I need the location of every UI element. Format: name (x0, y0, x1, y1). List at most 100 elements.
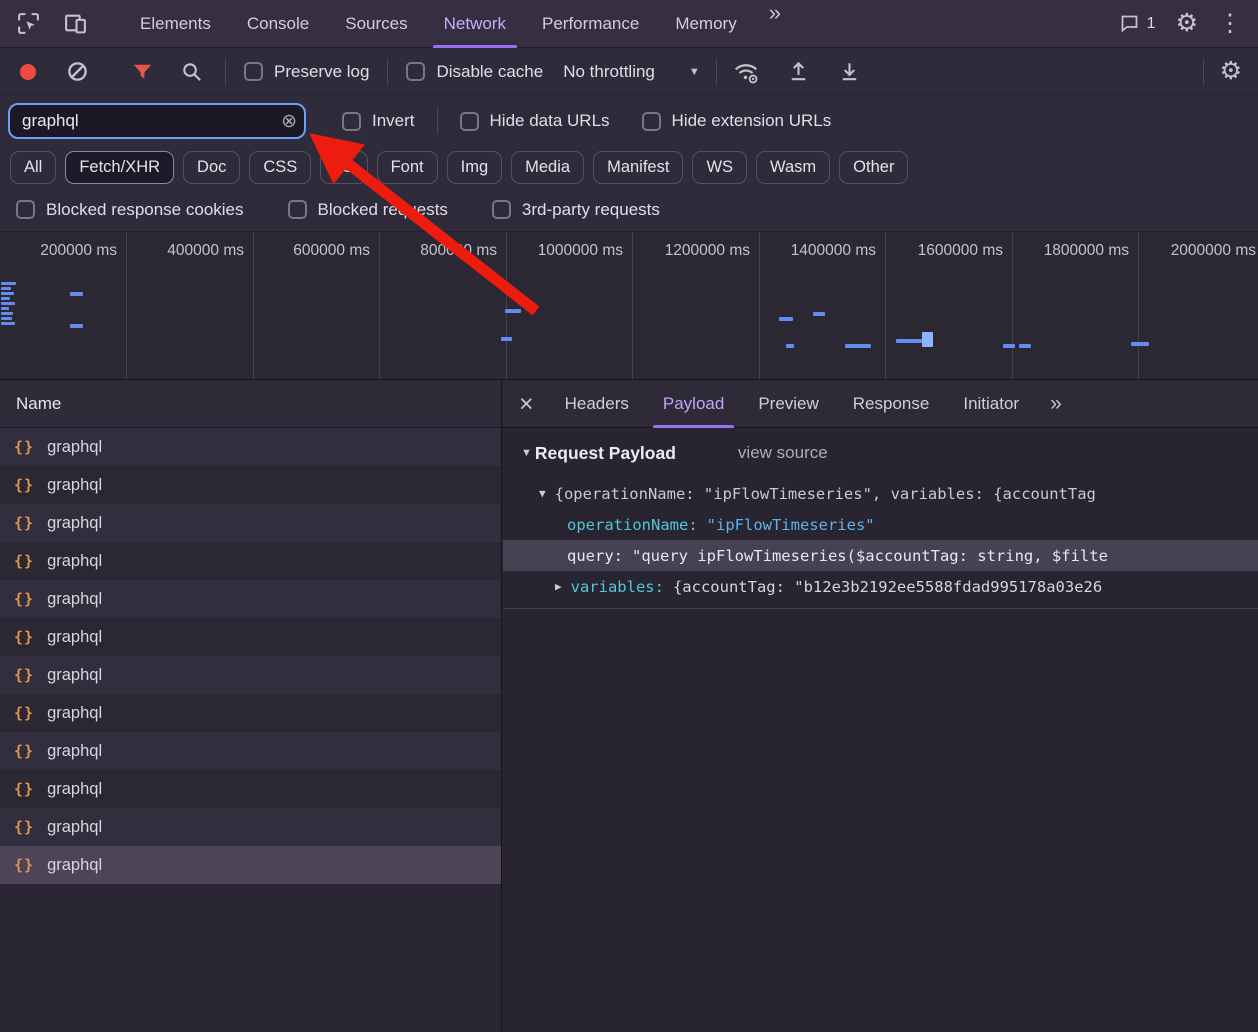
table-row[interactable]: {}graphql (0, 618, 501, 656)
settings-icon[interactable]: ⚙ (1176, 11, 1198, 36)
console-messages-button[interactable]: 1 (1119, 13, 1156, 34)
table-row[interactable]: {}graphql (0, 504, 501, 542)
message-count: 1 (1147, 15, 1156, 33)
timeline-tick: 1600000 ms (886, 242, 1012, 260)
chip-manifest[interactable]: Manifest (593, 151, 683, 184)
tab-response[interactable]: Response (836, 381, 947, 428)
clear-network-log-icon[interactable] (66, 60, 89, 83)
triangle-right-icon[interactable]: ▶ (555, 580, 562, 593)
tab-console[interactable]: Console (229, 0, 327, 48)
property-value: "ipFlowTimeseries" (707, 516, 875, 534)
blocked-response-cookies-checkbox[interactable] (16, 200, 35, 219)
tab-payload[interactable]: Payload (646, 381, 741, 428)
tab-headers[interactable]: Headers (548, 381, 646, 428)
chip-font[interactable]: Font (377, 151, 438, 184)
tab-sources[interactable]: Sources (327, 0, 425, 48)
chip-js[interactable]: JS (320, 151, 367, 184)
payload-property-row[interactable]: ▶ variables: {accountTag: "b12e3b2192ee5… (503, 571, 1258, 602)
table-row[interactable]: {}graphql (0, 542, 501, 580)
chip-css[interactable]: CSS (249, 151, 311, 184)
chip-other[interactable]: Other (839, 151, 908, 184)
name-column-header[interactable]: Name (0, 381, 501, 428)
tab-initiator-label: Initiator (963, 394, 1019, 414)
clear-filter-icon[interactable]: ⊗ (281, 112, 297, 131)
preserve-log-toggle[interactable]: Preserve log (244, 62, 369, 82)
throttling-value: No throttling (563, 62, 655, 82)
request-name: graphql (47, 856, 102, 875)
export-har-icon[interactable] (838, 60, 861, 83)
third-party-requests-checkbox[interactable] (492, 200, 511, 219)
payload-summary-row[interactable]: ▼ {operationName: "ipFlowTimeseries", va… (503, 478, 1258, 509)
throttling-select[interactable]: No throttling ▼ (563, 62, 700, 82)
table-row[interactable]: {}graphql (0, 428, 501, 466)
table-row[interactable]: {}graphql (0, 732, 501, 770)
network-overview-timeline[interactable]: 200000 ms 400000 ms 600000 ms 800000 ms … (0, 232, 1258, 380)
network-settings-icon[interactable]: ⚙ (1220, 59, 1242, 84)
tab-response-label: Response (853, 394, 930, 414)
chip-doc[interactable]: Doc (183, 151, 240, 184)
tab-initiator[interactable]: Initiator (946, 381, 1036, 428)
payload-property-row[interactable]: operationName: "ipFlowTimeseries" (503, 509, 1258, 540)
tab-network[interactable]: Network (426, 0, 524, 48)
chip-ws[interactable]: WS (692, 151, 747, 184)
tab-preview[interactable]: Preview (741, 381, 835, 428)
request-name: graphql (47, 514, 102, 533)
tab-memory[interactable]: Memory (657, 0, 754, 48)
table-row[interactable]: {}graphql (0, 580, 501, 618)
hide-extension-urls-toggle[interactable]: Hide extension URLs (642, 111, 832, 131)
payload-section-title: Request Payload (535, 443, 676, 464)
table-row[interactable]: {}graphql (0, 466, 501, 504)
chip-fetch-xhr[interactable]: Fetch/XHR (65, 151, 174, 184)
hide-extension-urls-checkbox[interactable] (642, 112, 661, 131)
chip-all[interactable]: All (10, 151, 56, 184)
hide-data-urls-checkbox[interactable] (460, 112, 479, 131)
chevron-down-icon: ▼ (689, 66, 700, 78)
blocked-filters-row: Blocked response cookies Blocked request… (0, 188, 1258, 232)
network-filter-input[interactable] (10, 111, 304, 131)
menu-kebab-icon[interactable]: ⋮ (1218, 12, 1242, 36)
disable-cache-toggle[interactable]: Disable cache (406, 62, 543, 82)
details-tabbar: × Headers Payload Preview Response Initi… (503, 381, 1258, 428)
tab-elements[interactable]: Elements (122, 0, 229, 48)
search-icon[interactable] (180, 60, 203, 83)
chip-wasm[interactable]: Wasm (756, 151, 830, 184)
tab-network-label: Network (444, 14, 506, 34)
filter-icon[interactable] (131, 60, 154, 83)
table-row[interactable]: {}graphql (0, 694, 501, 732)
preserve-log-checkbox[interactable] (244, 62, 263, 81)
request-name: graphql (47, 438, 102, 457)
payload-property-row-selected[interactable]: query: "query ipFlowTimeseries($accountT… (503, 540, 1258, 571)
table-row[interactable]: {}graphql (0, 656, 501, 694)
record-icon[interactable] (20, 64, 36, 80)
tab-headers-label: Headers (565, 394, 629, 414)
third-party-requests-toggle[interactable]: 3rd-party requests (492, 200, 660, 220)
triangle-down-icon: ▼ (521, 447, 532, 459)
invert-toggle[interactable]: Invert (342, 111, 415, 131)
disable-cache-checkbox[interactable] (406, 62, 425, 81)
request-name: graphql (47, 666, 102, 685)
request-name: graphql (47, 818, 102, 837)
more-detail-tabs-icon[interactable]: » (1050, 392, 1062, 416)
blocked-requests-checkbox[interactable] (288, 200, 307, 219)
blocked-response-cookies-toggle[interactable]: Blocked response cookies (16, 200, 244, 220)
hide-data-urls-toggle[interactable]: Hide data URLs (460, 111, 610, 131)
tab-performance[interactable]: Performance (524, 0, 657, 48)
invert-checkbox[interactable] (342, 112, 361, 131)
device-toolbar-icon[interactable] (63, 11, 88, 36)
table-row[interactable]: {}graphql (0, 770, 501, 808)
chip-img[interactable]: Img (447, 151, 503, 184)
network-conditions-icon[interactable] (733, 59, 759, 85)
chip-media[interactable]: Media (511, 151, 584, 184)
triangle-down-icon[interactable]: ▼ (539, 487, 546, 500)
table-row[interactable]: {}graphql (0, 808, 501, 846)
more-tabs-icon[interactable]: » (755, 0, 795, 48)
timeline-tick: 1800000 ms (1012, 242, 1138, 260)
table-row-selected[interactable]: {}graphql (0, 846, 501, 884)
blocked-requests-toggle[interactable]: Blocked requests (288, 200, 448, 220)
request-payload-section-header[interactable]: ▼ Request Payload view source (503, 428, 1258, 478)
import-har-icon[interactable] (787, 60, 810, 83)
timeline-tick: 1000000 ms (506, 242, 632, 260)
inspect-element-icon[interactable] (16, 11, 41, 36)
view-source-link[interactable]: view source (738, 443, 828, 463)
close-icon[interactable]: × (503, 392, 548, 417)
